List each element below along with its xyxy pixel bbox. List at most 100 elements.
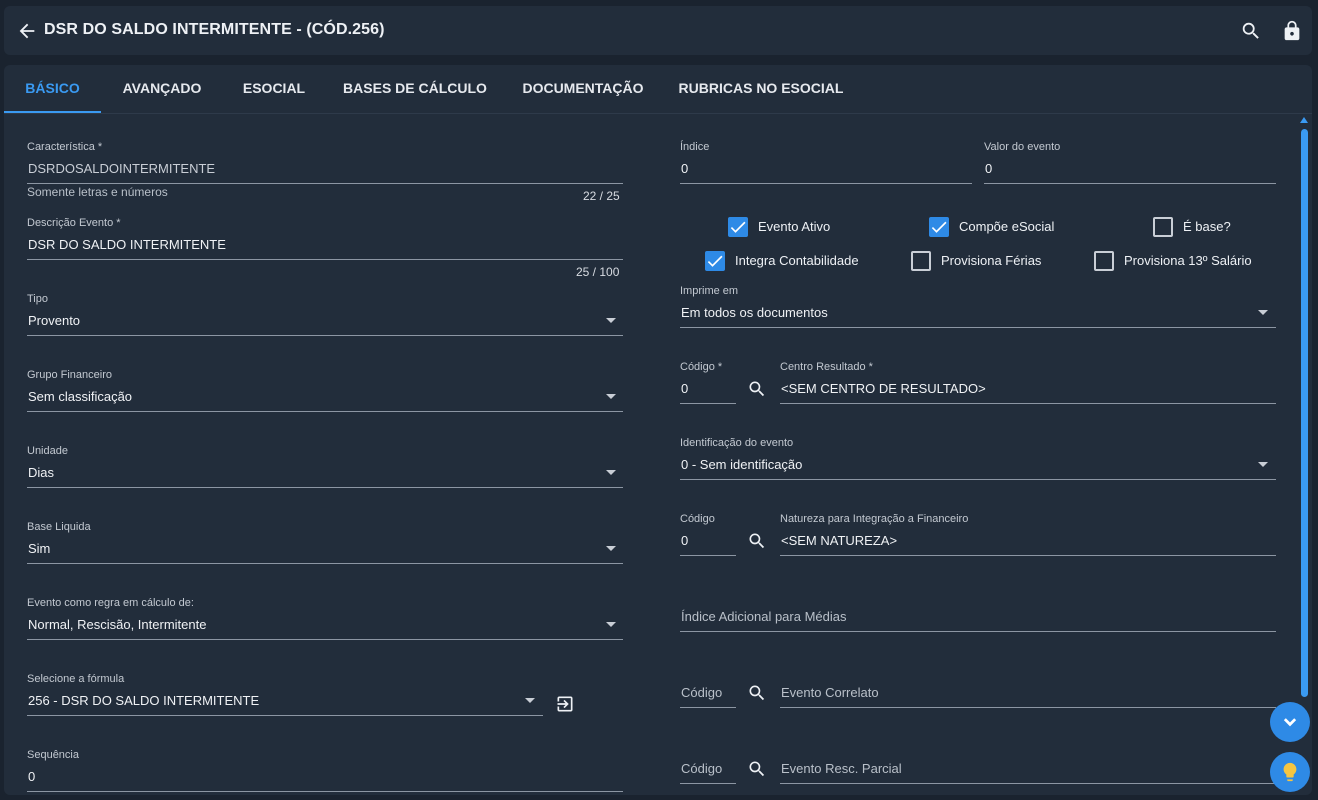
indice-field[interactable]: Índice 0 — [680, 141, 972, 184]
checkbox-empty-icon — [911, 251, 931, 271]
identificacao-evento-value: 0 - Sem identificação — [681, 457, 803, 472]
tab-documentacao[interactable]: DOCUMENTAÇÃO — [518, 65, 648, 113]
compoe-esocial-label: Compõe eSocial — [959, 219, 1055, 234]
chevron-down-icon[interactable] — [606, 318, 616, 323]
tab-rubricas-no-esocial[interactable]: RUBRICAS NO ESOCIAL — [677, 65, 845, 113]
natureza-label: Natureza para Integração a Financeiro — [780, 513, 969, 525]
lightbulb-icon — [1283, 762, 1297, 782]
tab-basico[interactable]: BÁSICO — [4, 65, 101, 113]
scrollbar-thumb[interactable] — [1301, 129, 1308, 697]
valor-evento-label: Valor do evento — [984, 141, 1061, 153]
provisiona-ferias-label: Provisiona Férias — [941, 253, 1042, 268]
descricao-evento-label: Descrição Evento * — [27, 217, 121, 229]
base-liquida-select[interactable]: Base Liquida Sim — [27, 521, 623, 564]
centro-resultado-field[interactable]: Centro Resultado * <SEM CENTRO DE RESULT… — [780, 361, 1276, 404]
search-icon[interactable] — [747, 759, 767, 779]
imprime-em-value: Em todos os documentos — [681, 305, 828, 320]
base-liquida-value: Sim — [28, 541, 51, 556]
codigo-correlato-field[interactable]: Código — [680, 665, 736, 708]
search-icon[interactable] — [1240, 20, 1262, 42]
caracteristica-field[interactable]: Característica * DSRDOSALDOINTERMITENTE — [27, 141, 623, 184]
identificacao-evento-label: Identificação do evento — [680, 437, 794, 449]
evento-resc-field[interactable]: Evento Resc. Parcial — [780, 741, 1276, 784]
chevron-down-icon[interactable] — [606, 470, 616, 475]
check-icon — [705, 251, 725, 271]
chevron-down-icon[interactable] — [606, 622, 616, 627]
regra-calculo-label: Evento como regra em cálculo de: — [27, 597, 194, 609]
caracteristica-hint: Somente letras e números — [27, 185, 168, 199]
formula-value: 256 - DSR DO SALDO INTERMITENTE — [28, 693, 260, 708]
imprime-em-label: Imprime em — [680, 285, 739, 297]
codigo-correlato-placeholder: Código — [681, 685, 723, 700]
checkbox-empty-icon — [1153, 217, 1173, 237]
provisiona-13-label: Provisiona 13º Salário — [1124, 253, 1252, 268]
tab-esocial[interactable]: ESOCIAL — [238, 65, 310, 113]
chevron-down-icon[interactable] — [606, 394, 616, 399]
search-icon[interactable] — [747, 531, 767, 551]
indice-value: 0 — [681, 161, 689, 176]
evento-ativo-checkbox[interactable]: Evento Ativo — [728, 217, 868, 239]
codigo-resc-placeholder: Código — [681, 761, 723, 776]
chevron-down-icon[interactable] — [1258, 310, 1268, 315]
grupo-financeiro-value: Sem classificação — [28, 389, 133, 404]
codigo-centro-field[interactable]: Código * 0 — [680, 361, 736, 404]
chevron-down-icon[interactable] — [525, 698, 535, 703]
provisiona-13-checkbox[interactable]: Provisiona 13º Salário — [1094, 251, 1274, 273]
tab-bases-de-calculo[interactable]: BASES DE CÁLCULO — [342, 65, 488, 113]
codigo-natureza-label: Código — [680, 513, 715, 525]
tipo-value: Provento — [28, 313, 81, 328]
integra-contabilidade-label: Integra Contabilidade — [735, 253, 859, 268]
sequencia-label: Sequência — [27, 749, 79, 761]
chevron-down-icon[interactable] — [606, 546, 616, 551]
grupo-financeiro-select[interactable]: Grupo Financeiro Sem classificação — [27, 369, 623, 412]
search-icon[interactable] — [747, 683, 767, 703]
indice-label: Índice — [680, 141, 710, 153]
check-icon — [728, 217, 748, 237]
codigo-centro-value: 0 — [681, 381, 689, 396]
regra-calculo-select[interactable]: Evento como regra em cálculo de: Normal,… — [27, 597, 623, 640]
formula-select[interactable]: Selecione a fórmula 256 - DSR DO SALDO I… — [27, 673, 543, 716]
scroll-up-arrow-icon[interactable] — [1300, 117, 1308, 123]
descricao-evento-value: DSR DO SALDO INTERMITENTE — [28, 237, 226, 252]
tipo-select[interactable]: Tipo Provento — [27, 293, 623, 336]
centro-resultado-value: <SEM CENTRO DE RESULTADO> — [781, 381, 986, 396]
unidade-value: Dias — [28, 465, 55, 480]
valor-evento-value: 0 — [985, 161, 993, 176]
scroll-down-button[interactable] — [1270, 702, 1310, 742]
lock-icon[interactable] — [1281, 19, 1303, 43]
codigo-natureza-field[interactable]: Código 0 — [680, 513, 736, 556]
tab-avancado[interactable]: AVANÇADO — [116, 65, 208, 113]
evento-correlato-placeholder: Evento Correlato — [781, 685, 879, 700]
natureza-value: <SEM NATUREZA> — [781, 533, 898, 548]
scrollbar[interactable] — [1299, 115, 1310, 795]
tab-bar: BÁSICO AVANÇADO ESOCIAL BASES DE CÁLCULO… — [4, 65, 1312, 114]
identificacao-evento-select[interactable]: Identificação do evento 0 - Sem identifi… — [680, 437, 1276, 480]
integra-contabilidade-checkbox[interactable]: Integra Contabilidade — [705, 251, 885, 273]
caracteristica-value: DSRDOSALDOINTERMITENTE — [28, 161, 216, 176]
unidade-select[interactable]: Unidade Dias — [27, 445, 623, 488]
formula-label: Selecione a fórmula — [27, 673, 125, 685]
exit-to-app-icon[interactable] — [555, 694, 575, 714]
valor-evento-field[interactable]: Valor do evento 0 — [984, 141, 1276, 184]
codigo-natureza-value: 0 — [681, 533, 689, 548]
e-base-checkbox[interactable]: É base? — [1153, 217, 1263, 239]
codigo-resc-field[interactable]: Código — [680, 741, 736, 784]
provisiona-ferias-checkbox[interactable]: Provisiona Férias — [911, 251, 1071, 273]
indice-adicional-field[interactable]: Índice Adicional para Médias — [680, 589, 1276, 632]
imprime-em-select[interactable]: Imprime em Em todos os documentos — [680, 285, 1276, 328]
sequencia-field[interactable]: Sequência 0 — [27, 749, 623, 792]
base-liquida-label: Base Liquida — [27, 521, 91, 533]
sequencia-value: 0 — [28, 769, 36, 784]
evento-resc-placeholder: Evento Resc. Parcial — [781, 761, 902, 776]
evento-correlato-field[interactable]: Evento Correlato — [780, 665, 1276, 708]
descricao-evento-field[interactable]: Descrição Evento * DSR DO SALDO INTERMIT… — [27, 217, 623, 260]
natureza-field[interactable]: Natureza para Integração a Financeiro <S… — [780, 513, 1276, 556]
e-base-label: É base? — [1183, 219, 1231, 234]
caracteristica-counter: 22 / 25 — [583, 189, 620, 203]
tips-button[interactable] — [1270, 752, 1310, 792]
check-icon — [929, 217, 949, 237]
arrow-left-icon[interactable] — [16, 20, 38, 42]
chevron-down-icon[interactable] — [1258, 462, 1268, 467]
compoe-esocial-checkbox[interactable]: Compõe eSocial — [929, 217, 1089, 239]
search-icon[interactable] — [747, 379, 767, 399]
